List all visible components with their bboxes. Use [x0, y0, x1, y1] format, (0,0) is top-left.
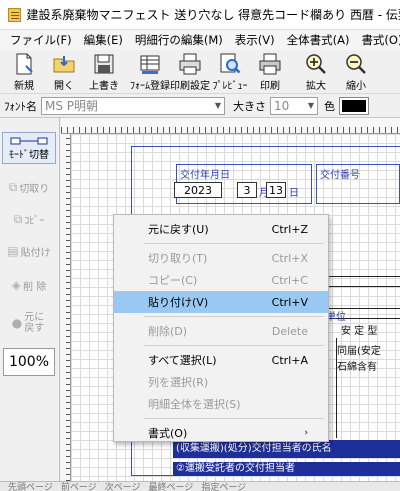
context-menu: 元に戻す(U) Ctrl+Z 切り取り(T) Ctrl+X コピー(C) Ctr…: [113, 214, 329, 442]
chevron-down-icon: ▼: [307, 101, 314, 110]
color-swatch: [342, 99, 366, 112]
font-name-label: ﾌｫﾝﾄ名: [4, 99, 37, 113]
stable-type-label: 安 定 型: [341, 326, 378, 337]
undo-icon: ●: [11, 316, 23, 330]
menu-detail-edit[interactable]: 明細行の編集(M): [129, 32, 229, 48]
bottom-section-subheader: ②運搬受託者の交付担当者: [173, 462, 400, 476]
zoom-in-icon: [306, 54, 326, 74]
menu-separator: [144, 345, 324, 346]
row-label-2: 石綿含有: [337, 362, 377, 373]
zoom-out-button[interactable]: 縮小: [336, 50, 376, 94]
issue-date-label: 交付年月日: [180, 170, 230, 181]
day-field[interactable]: 13: [266, 182, 286, 198]
cut-icon: ⧉: [8, 179, 18, 194]
save-disk-icon: [94, 54, 114, 74]
toolbar: 新規 開く 上書き ﾌｫｰﾑ登録 印刷設定 ﾌﾟﾚﾋﾞｭｰ 印刷 拡大 縮小: [0, 50, 400, 94]
undo-button[interactable]: ● 元に戻す: [2, 306, 56, 340]
issue-number-label: 交付番号: [320, 170, 360, 181]
open-folder-icon: [53, 56, 75, 73]
app-icon: [8, 7, 21, 22]
menu-item-select-all-details[interactable]: 明細全体を選択(S): [114, 393, 328, 415]
vertical-ruler: [61, 134, 71, 481]
menu-item-select-all[interactable]: すべて選択(L) Ctrl+A: [114, 349, 328, 371]
table-line: [326, 286, 400, 287]
menu-item-format[interactable]: 書式(O) ›: [114, 422, 328, 444]
mode-switch-button[interactable]: ﾓｰﾄﾞ切替: [2, 132, 56, 164]
menu-item-delete[interactable]: 削除(D) Delete: [114, 320, 328, 342]
day-suffix: 日: [289, 188, 299, 199]
open-button[interactable]: 開く: [44, 50, 84, 94]
print-button[interactable]: 印刷: [250, 50, 290, 94]
menu-item-cut[interactable]: 切り取り(T) Ctrl+X: [114, 247, 328, 269]
menu-item-undo[interactable]: 元に戻す(U) Ctrl+Z: [114, 218, 328, 240]
zoom-level: 100%: [3, 348, 55, 376]
form-register-button[interactable]: ﾌｫｰﾑ登録: [130, 50, 170, 94]
menu-format[interactable]: 書式(O): [355, 32, 400, 48]
color-label: 色: [324, 99, 335, 113]
horizontal-ruler: [61, 118, 400, 134]
page-navigation-bar: 先頭ページ 前ページ 次ページ 最終ページ 指定ページ: [0, 481, 400, 491]
delete-button[interactable]: ◈ 削 除: [2, 270, 56, 300]
goto-page-button[interactable]: 指定ページ: [201, 482, 246, 491]
font-bar: ﾌｫﾝﾄ名 MS P明朝 ▼ 大きさ 10 ▼ 色: [0, 94, 400, 118]
menu-item-paste[interactable]: 貼り付け(V) Ctrl+V: [114, 291, 328, 313]
paste-button[interactable]: ▤ 貼付け: [2, 236, 56, 266]
chevron-right-icon: ›: [304, 428, 308, 438]
menu-file[interactable]: ファイル(F): [4, 32, 78, 48]
next-page-button[interactable]: 次ページ: [105, 482, 141, 491]
mode-switch-icon: [10, 137, 48, 144]
prev-page-button[interactable]: 前ページ: [61, 482, 97, 491]
table-line: [326, 276, 400, 277]
menu-separator: [144, 243, 324, 244]
copy-icon: ⧉: [13, 211, 23, 226]
copy-button[interactable]: ⧉ ｺﾋﾟｰ: [2, 204, 56, 234]
unit-label: 単位: [326, 312, 346, 323]
month-field[interactable]: 3: [237, 182, 257, 198]
first-page-button[interactable]: 先頭ページ: [8, 482, 53, 491]
color-picker[interactable]: [339, 96, 369, 115]
row-label-1: 同届(安定: [337, 346, 381, 357]
zoom-in-button[interactable]: 拡大: [296, 50, 336, 94]
font-size-label: 大きさ: [233, 99, 266, 113]
paste-icon: ▤: [7, 244, 19, 258]
eraser-icon: ◈: [11, 278, 22, 292]
print-settings-button[interactable]: 印刷設定: [170, 50, 210, 94]
tool-sidebar: ﾓｰﾄﾞ切替 ⧉ 切取り ⧉ ｺﾋﾟｰ ▤ 貼付け ◈ 削 除 ● 元に戻す 1…: [0, 118, 60, 481]
chevron-down-icon: ▼: [214, 101, 221, 110]
new-document-icon: [16, 53, 33, 75]
menu-item-select-column[interactable]: 列を選択(R): [114, 371, 328, 393]
menu-edit[interactable]: 編集(E): [78, 32, 129, 48]
print-preview-icon: [220, 53, 241, 74]
last-page-button[interactable]: 最終ページ: [148, 482, 193, 491]
print-preview-button[interactable]: ﾌﾟﾚﾋﾞｭｰ: [210, 50, 250, 94]
print-settings-icon: [179, 53, 201, 75]
print-icon: [259, 53, 281, 75]
window-title: 建設系廃棄物マニフェスト 送り穴なし 得意先コード欄あり 西暦 - 伝票印刷 1…: [26, 8, 400, 22]
table-line: [336, 338, 337, 438]
form-register-icon: [140, 55, 160, 74]
menu-separator: [144, 418, 324, 419]
new-button[interactable]: 新規: [4, 50, 44, 94]
cut-button[interactable]: ⧉ 切取り: [2, 172, 56, 202]
menu-separator: [144, 316, 324, 317]
save-button[interactable]: 上書き: [84, 50, 124, 94]
menu-view[interactable]: 表示(V): [229, 32, 281, 48]
font-name-select[interactable]: MS P明朝 ▼: [41, 96, 225, 115]
font-size-select[interactable]: 10 ▼: [270, 96, 318, 115]
title-bar: 建設系廃棄物マニフェスト 送り穴なし 得意先コード欄あり 西暦 - 伝票印刷 1…: [0, 0, 400, 30]
zoom-out-icon: [346, 54, 366, 74]
menu-bar: ファイル(F) 編集(E) 明細行の編集(M) 表示(V) 全体書式(A) 書式…: [0, 30, 400, 50]
year-field[interactable]: 2023: [174, 182, 222, 198]
menu-global-format[interactable]: 全体書式(A): [281, 32, 356, 48]
menu-item-copy[interactable]: コピー(C) Ctrl+C: [114, 269, 328, 291]
